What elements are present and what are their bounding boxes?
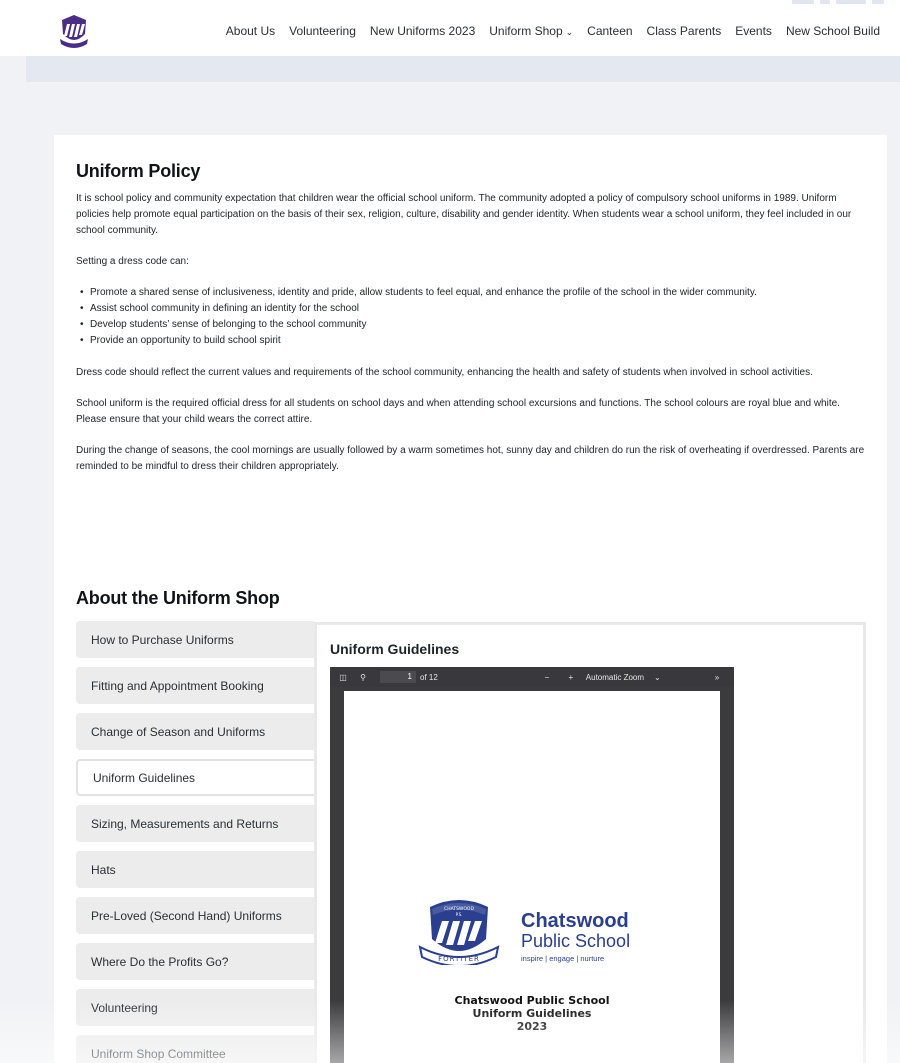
nav-canteen[interactable]: Canteen: [587, 24, 632, 38]
tab-shop-committee[interactable]: Uniform Shop Committee: [76, 1035, 314, 1063]
brand-line-2: Public School: [521, 931, 631, 951]
school-crest-icon: CHATSWOOD P.S. FORTITER: [418, 900, 500, 965]
policy-paragraph-4: School uniform is the required official …: [76, 398, 840, 425]
zoom-select-value: Automatic Zoom: [585, 672, 645, 682]
tab-panel: Uniform Guidelines ◫ ⚲ 1 of 12 − + Autom…: [314, 622, 866, 1063]
policy-section: Uniform Policy It is school policy and c…: [76, 161, 871, 490]
crest-motto-text: FORTITER: [438, 955, 480, 963]
tab-fitting-booking[interactable]: Fitting and Appointment Booking: [76, 667, 314, 704]
sidebar-toggle-icon[interactable]: ◫: [336, 673, 350, 682]
nav-uniform-shop-label: Uniform Shop: [489, 24, 563, 38]
pdf-viewer[interactable]: ◫ ⚲ 1 of 12 − + Automatic Zoom ⌄ » CHATSW…: [330, 667, 734, 1063]
zoom-select[interactable]: Automatic Zoom ⌄: [586, 673, 661, 682]
nav-new-school-build[interactable]: New School Build: [786, 24, 880, 38]
tab-change-of-season[interactable]: Change of Season and Uniforms: [76, 713, 314, 750]
policy-paragraph-5: During the change of seasons, the cool m…: [76, 445, 865, 472]
tab-uniform-guidelines[interactable]: Uniform Guidelines: [76, 759, 314, 796]
chevron-down-icon: ⌄: [654, 672, 661, 682]
pdf-page: CHATSWOOD P.S. FORTITER Chatswood Public…: [344, 691, 720, 1063]
tab-volunteering[interactable]: Volunteering: [76, 989, 314, 1026]
tab-sizing-returns[interactable]: Sizing, Measurements and Returns: [76, 805, 314, 842]
policy-paragraph-2: Setting a dress code can:: [76, 256, 189, 267]
brand-tagline: inspire | engage | nurture: [521, 954, 605, 963]
school-crest-logo[interactable]: [58, 12, 90, 48]
dress-code-list: Promote a shared sense of inclusiveness,…: [76, 285, 871, 349]
page-count: of 12: [420, 672, 438, 682]
site-header: About Us Volunteering New Uniforms 2023 …: [0, 0, 900, 56]
doc-title-line-1: Chatswood Public School: [454, 994, 610, 1007]
tab-hats[interactable]: Hats: [76, 851, 314, 888]
search-icon[interactable]: ⚲: [356, 673, 370, 682]
chevron-down-icon: ⌄: [565, 27, 574, 37]
panel-title: Uniform Guidelines: [330, 641, 460, 657]
nav-new-uniforms-2023[interactable]: New Uniforms 2023: [370, 24, 475, 38]
tab-profits[interactable]: Where Do the Profits Go?: [76, 943, 314, 980]
document-title: Chatswood Public School Uniform Guidelin…: [344, 994, 720, 1033]
doc-title-line-2: Uniform Guidelines: [472, 1007, 592, 1020]
nav-uniform-shop[interactable]: Uniform Shop ⌄: [489, 24, 573, 38]
list-item: Provide an opportunity to build school s…: [76, 333, 871, 349]
policy-paragraph-1: It is school policy and community expect…: [76, 193, 852, 236]
policy-paragraph-3: Dress code should reflect the current va…: [76, 367, 813, 378]
zoom-out-button[interactable]: −: [540, 673, 554, 682]
nav-class-parents[interactable]: Class Parents: [647, 24, 722, 38]
crest-sub-text: P.S.: [456, 912, 463, 917]
doc-title-line-3: 2023: [516, 1020, 548, 1033]
more-tools-icon[interactable]: »: [710, 673, 724, 682]
tab-pre-loved[interactable]: Pre-Loved (Second Hand) Uniforms: [76, 897, 314, 934]
brand-line-1: Chatswood: [521, 910, 629, 932]
uniform-shop-tabs: How to Purchase Uniforms Fitting and App…: [76, 621, 314, 1063]
nav-about-us[interactable]: About Us: [226, 24, 275, 38]
school-wordmark: Chatswood Public School inspire | engage…: [521, 911, 630, 963]
utility-bar: [792, 0, 884, 6]
list-item: Develop students’ sense of belonging to …: [76, 317, 871, 333]
page-number-input[interactable]: 1: [380, 671, 416, 683]
content-card: Uniform Policy It is school policy and c…: [54, 135, 887, 1063]
tab-how-to-purchase[interactable]: How to Purchase Uniforms: [76, 621, 314, 658]
zoom-in-button[interactable]: +: [564, 673, 578, 682]
list-item: Promote a shared sense of inclusiveness,…: [76, 285, 871, 301]
list-item: Assist school community in defining an i…: [76, 301, 871, 317]
uniform-shop-title: About the Uniform Shop: [76, 588, 280, 608]
nav-volunteering[interactable]: Volunteering: [289, 24, 356, 38]
policy-title: Uniform Policy: [76, 161, 201, 181]
main-nav: About Us Volunteering New Uniforms 2023 …: [226, 24, 880, 38]
pdf-toolbar: ◫ ⚲ 1 of 12 − + Automatic Zoom ⌄ »: [330, 667, 734, 687]
header-band: [26, 56, 900, 82]
nav-events[interactable]: Events: [735, 24, 772, 38]
